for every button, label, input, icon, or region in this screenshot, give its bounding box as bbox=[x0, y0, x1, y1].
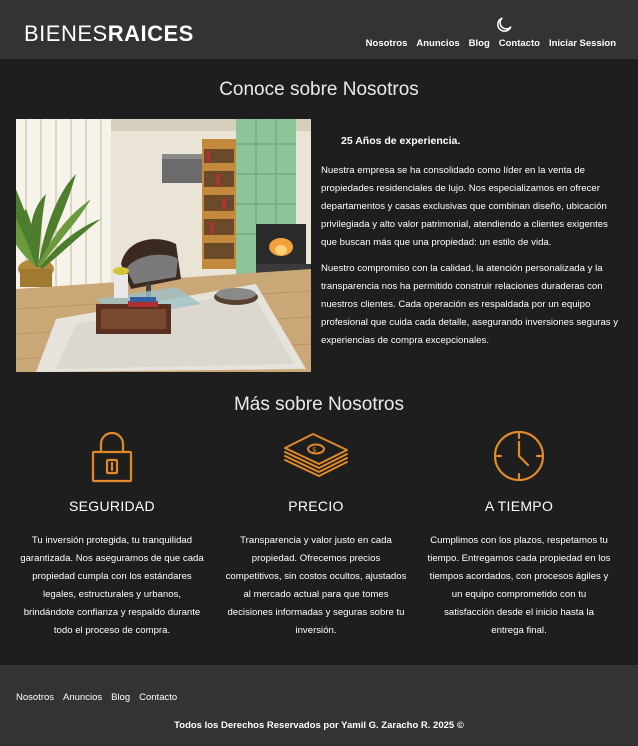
about-paragraph-2: Nuestro compromiso con la calidad, la at… bbox=[321, 263, 619, 346]
nav-link-blog[interactable]: Blog bbox=[469, 38, 490, 49]
nav-link-contacto[interactable]: Contacto bbox=[499, 38, 540, 49]
site-footer: Nosotros Anuncios Blog Contacto Todos lo… bbox=[0, 665, 638, 746]
svg-text:$: $ bbox=[312, 446, 316, 454]
about-text: 25 Años de experiencia. Nuestra empresa … bbox=[321, 132, 621, 358]
nav-link-nosotros[interactable]: Nosotros bbox=[366, 38, 408, 49]
footer-nav: Nosotros Anuncios Blog Contacto bbox=[16, 692, 177, 703]
footer-link-contacto[interactable]: Contacto bbox=[139, 692, 177, 703]
feature-price-text: Transparencia y valor justo en cada prop… bbox=[225, 535, 407, 636]
footer-link-anuncios[interactable]: Anuncios bbox=[63, 692, 102, 703]
experience-heading: 25 Años de experiencia. bbox=[341, 135, 461, 147]
main-nav: Nosotros Anuncios Blog Contacto Iniciar … bbox=[366, 38, 616, 49]
nav-link-anuncios[interactable]: Anuncios bbox=[416, 38, 459, 49]
footer-link-nosotros[interactable]: Nosotros bbox=[16, 692, 54, 703]
clock-icon bbox=[493, 430, 545, 482]
copyright-text: Todos los Derechos Reservados por Yamil … bbox=[174, 720, 464, 731]
feature-security-title: SEGURIDAD bbox=[69, 498, 155, 514]
features-title: Más sobre Nosotros bbox=[233, 394, 404, 415]
footer-link-blog[interactable]: Blog bbox=[111, 692, 130, 703]
feature-price: $ PRECIO Transparencia y valor justo en … bbox=[216, 430, 416, 640]
feature-ontime: A TIEMPO Cumplimos con los plazos, respe… bbox=[419, 430, 619, 640]
nav-link-login[interactable]: Iniciar Session bbox=[549, 38, 616, 49]
about-paragraph-1: Nuestra empresa se ha consolidado como l… bbox=[321, 165, 608, 248]
site-header: BIENESRAICES Nosotros Anuncios Blog Cont… bbox=[0, 0, 638, 59]
site-logo[interactable]: BIENESRAICES bbox=[24, 21, 194, 47]
logo-bold-text: RAICES bbox=[107, 21, 194, 46]
money-icon: $ bbox=[284, 433, 348, 477]
living-room-image bbox=[16, 119, 311, 372]
feature-security-text: Tu inversión protegida, tu tranquilidad … bbox=[20, 535, 204, 636]
lock-icon bbox=[91, 431, 133, 483]
feature-price-title: PRECIO bbox=[288, 498, 344, 514]
about-title: Conoce sobre Nosotros bbox=[219, 79, 419, 100]
logo-light-text: BIENES bbox=[24, 21, 108, 46]
feature-security: SEGURIDAD Tu inversión protegida, tu tra… bbox=[12, 430, 212, 640]
feature-ontime-text: Cumplimos con los plazos, respetamos tu … bbox=[427, 535, 611, 636]
feature-ontime-title: A TIEMPO bbox=[484, 498, 554, 514]
moon-icon[interactable] bbox=[494, 15, 514, 35]
